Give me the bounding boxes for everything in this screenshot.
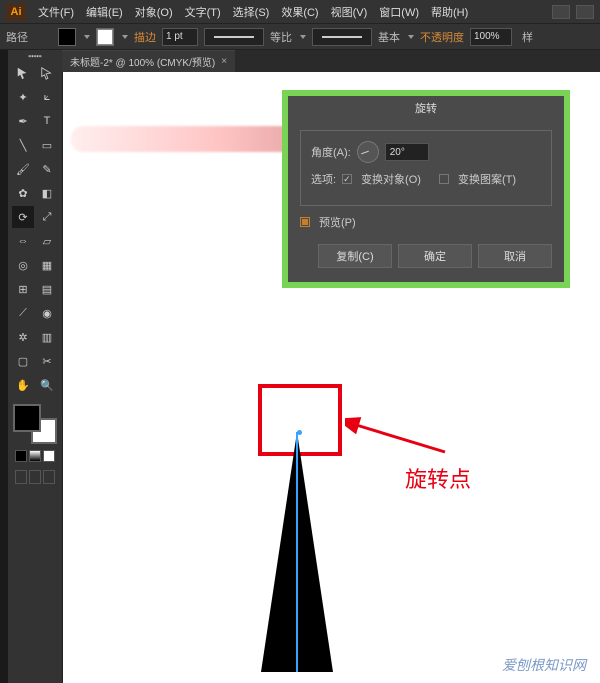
document-tab[interactable]: 未标题-2* @ 100% (CMYK/预览) × (62, 50, 235, 72)
color-mode-none[interactable] (43, 450, 55, 462)
menu-effect[interactable]: 效果(C) (275, 2, 324, 22)
graph-tool[interactable]: ▥ (36, 326, 58, 348)
artboard-tool[interactable]: ▢ (12, 350, 34, 372)
scale-tool[interactable]: ⤢ (36, 206, 58, 228)
screen-modes (15, 470, 55, 484)
main-area: ┉┉ ✦ ⟀ ✒ T ╲ ▭ 🖌 ✎ ✿ ◧ (0, 50, 600, 683)
direct-selection-tool[interactable] (36, 62, 58, 84)
opacity-input[interactable] (470, 28, 512, 46)
path-label: 路径 (6, 29, 28, 45)
stroke-profile-select[interactable] (204, 28, 264, 46)
color-mode-row (15, 450, 55, 462)
type-tool[interactable]: T (36, 110, 58, 132)
eyedropper-tool[interactable]: ⟋ (12, 302, 34, 324)
angle-input[interactable] (385, 143, 429, 161)
menu-select[interactable]: 选择(S) (227, 2, 276, 22)
proportion-label: 等比 (270, 29, 292, 45)
color-mode-gradient[interactable] (29, 450, 41, 462)
menu-file[interactable]: 文件(F) (32, 2, 80, 22)
document-tabbar: 未标题-2* @ 100% (CMYK/预览) × (62, 50, 600, 72)
basic-label: 基本 (378, 29, 400, 45)
foreground-color-swatch[interactable] (13, 404, 41, 432)
dialog-param-box: 角度(A): 选项: 变换对象(O) (300, 130, 552, 206)
stroke-swatch[interactable] (96, 28, 114, 46)
gradient-tool[interactable]: ▤ (36, 278, 58, 300)
line-tool[interactable]: ╲ (12, 134, 34, 156)
color-mode-solid[interactable] (15, 450, 27, 462)
rotate-dialog: 旋转 角度(A): 选项: (282, 90, 570, 288)
screen-mode-normal[interactable] (15, 470, 27, 484)
dialog-title: 旋转 (288, 96, 564, 120)
watermark: 爱刨根知识网 (502, 655, 586, 675)
ok-button[interactable]: 确定 (398, 244, 472, 268)
perspective-tool[interactable]: ▦ (36, 254, 58, 276)
angle-dial-icon[interactable] (357, 141, 379, 163)
menu-help[interactable]: 帮助(H) (425, 2, 474, 22)
document-area: 未标题-2* @ 100% (CMYK/预览) × 旋转 角度(A): (62, 50, 600, 683)
brush-select[interactable] (312, 28, 372, 46)
rotation-anchor-point[interactable] (297, 430, 302, 435)
preview-label: 预览(P) (319, 214, 356, 230)
screen-mode-full[interactable] (29, 470, 41, 484)
transform-objects-label: 变换对象(O) (361, 171, 421, 187)
selection-tool[interactable] (12, 62, 34, 84)
menu-edit[interactable]: 编辑(E) (80, 2, 129, 22)
lasso-tool[interactable]: ⟀ (36, 86, 58, 108)
arrange-icon[interactable] (576, 5, 594, 19)
opacity-label[interactable]: 不透明度 (420, 29, 464, 45)
toolbox-grip-icon[interactable]: ┉┉ (12, 52, 58, 60)
style-label[interactable]: 样 (522, 29, 533, 45)
slice-tool[interactable]: ✂ (36, 350, 58, 372)
preview-checkbox[interactable] (300, 217, 310, 227)
transform-objects-checkbox[interactable] (342, 174, 352, 184)
mesh-tool[interactable]: ⊞ (12, 278, 34, 300)
brush-tool[interactable]: 🖌 (12, 158, 34, 180)
stroke-weight-input[interactable] (162, 28, 198, 46)
free-transform-tool[interactable]: ▱ (36, 230, 58, 252)
eraser-tool[interactable]: ◧ (36, 182, 58, 204)
shape-builder-tool[interactable]: ◎ (12, 254, 34, 276)
rectangle-tool[interactable]: ▭ (36, 134, 58, 156)
panel-gutter (0, 50, 8, 683)
menu-type[interactable]: 文字(T) (179, 2, 227, 22)
annotation-text: 旋转点 (405, 462, 471, 494)
fill-swatch[interactable] (58, 28, 76, 46)
pen-tool[interactable]: ✒ (12, 110, 34, 132)
document-tab-title: 未标题-2* @ 100% (CMYK/预览) (70, 54, 215, 69)
cancel-button[interactable]: 取消 (478, 244, 552, 268)
zoom-tool[interactable]: 🔍 (36, 374, 58, 396)
menubar: Ai 文件(F) 编辑(E) 对象(O) 文字(T) 选择(S) 效果(C) 视… (0, 0, 600, 24)
close-icon[interactable]: × (221, 56, 227, 67)
blob-brush-tool[interactable]: ✿ (12, 182, 34, 204)
artwork-selection-line (296, 432, 298, 672)
menu-view[interactable]: 视图(V) (325, 2, 374, 22)
transform-patterns-checkbox[interactable] (439, 174, 449, 184)
symbol-sprayer-tool[interactable]: ✲ (12, 326, 34, 348)
menu-window[interactable]: 窗口(W) (373, 2, 425, 22)
pencil-tool[interactable]: ✎ (36, 158, 58, 180)
hand-tool[interactable]: ✋ (12, 374, 34, 396)
blend-tool[interactable]: ◉ (36, 302, 58, 324)
rotate-tool[interactable]: ⟳ (12, 206, 34, 228)
magic-wand-tool[interactable]: ✦ (12, 86, 34, 108)
toolbox: ┉┉ ✦ ⟀ ✒ T ╲ ▭ 🖌 ✎ ✿ ◧ (8, 50, 62, 683)
canvas[interactable]: 旋转 角度(A): 选项: (62, 72, 600, 683)
workspace-icon[interactable] (552, 5, 570, 19)
copy-button[interactable]: 复制(C) (318, 244, 392, 268)
angle-label: 角度(A): (311, 144, 351, 160)
options-label: 选项: (311, 171, 336, 187)
width-tool[interactable]: ⇔ (12, 230, 34, 252)
screen-mode-presentation[interactable] (43, 470, 55, 484)
app-logo-icon: Ai (6, 3, 26, 21)
app-window: Ai 文件(F) 编辑(E) 对象(O) 文字(T) 选择(S) 效果(C) 视… (0, 0, 600, 683)
stroke-label[interactable]: 描边 (134, 29, 156, 45)
control-bar: 路径 描边 等比 基本 不透明度 样 (0, 24, 600, 50)
menu-object[interactable]: 对象(O) (129, 2, 179, 22)
transform-patterns-label: 变换图案(T) (458, 171, 516, 187)
color-picker[interactable] (13, 404, 57, 444)
